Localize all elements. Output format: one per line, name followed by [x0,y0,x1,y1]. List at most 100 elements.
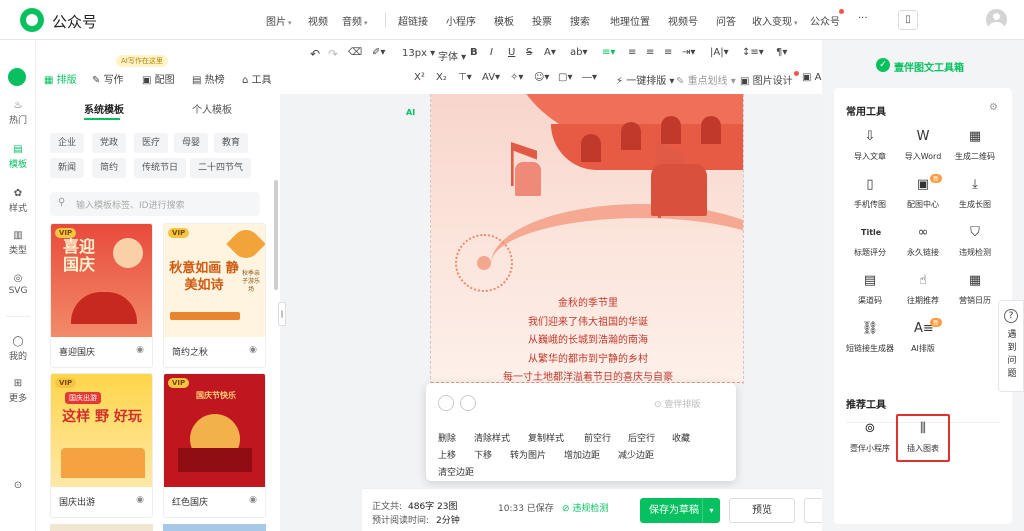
save-draft-button[interactable]: 保存为草稿 ▾ [640,498,720,523]
strikethrough-icon[interactable]: S [526,47,532,58]
tool-violation-check[interactable]: ⛉ 违规检测 [948,224,1002,258]
menu-add-margin[interactable]: 增加边距 [564,448,600,461]
tool-past-recommend[interactable]: ☝ 往期推荐 [896,272,950,306]
template-search[interactable]: ⚲ 输入模板标签、ID进行搜索 [50,192,260,216]
justify-icon[interactable]: ≡ [664,47,672,58]
tool-qrcode[interactable]: ▦ 生成二维码 [948,128,1002,162]
tag-party[interactable]: 党政 [92,133,127,153]
nav-qa[interactable]: 问答 [716,13,736,28]
frame-icon[interactable]: ▢▾ [558,72,572,83]
tab-tools[interactable]: ⌂ 工具 [242,71,272,86]
nav-location[interactable]: 地理位置 [610,13,650,28]
focus-underline-button[interactable]: ✎ 重点划线 ▾ [676,72,736,87]
subtab-system[interactable]: 系统模板 [84,101,124,116]
violation-check-link[interactable]: ⊘ 违规检测 [562,501,608,514]
highlight-icon[interactable]: ab▾ [570,47,588,58]
menu-move-down[interactable]: 下移 [474,448,492,461]
rail-item-hot[interactable]: ♨ 热门 [0,100,36,126]
eye-icon[interactable]: ◉ [136,495,144,505]
search-input[interactable]: 输入模板标签、ID进行搜索 [76,198,185,211]
template-card[interactable]: VIP 秋意如画 静美如诗 秋季亲子游乐场 简约之秋 ◉ [163,223,266,368]
one-key-layout-button[interactable]: ⚡ 一键排版 ▾ [616,72,674,87]
eye-icon[interactable]: ◉ [249,345,257,355]
align-right-icon[interactable]: ≡ [646,47,654,58]
tag-news[interactable]: 新闻 [50,158,85,178]
tool-image-center[interactable]: ▣ 配图中心新 [896,174,950,210]
tool-short-link[interactable]: ⛓ 短链接生成器 [843,320,897,354]
indent-icon[interactable]: ⇥▾ [682,47,695,58]
image-design-button[interactable]: ▣ 图片设计 [740,72,793,87]
line-height-icon[interactable]: ↕≡▾ [742,47,764,58]
tool-channel-code[interactable]: ▤ 渠道码 [843,272,897,306]
rail-item-type[interactable]: ▥ 类型 [0,230,36,256]
avatar[interactable] [986,9,1007,30]
panel-resize-handle[interactable]: ‖ [278,302,286,326]
eraser-icon[interactable]: ⌫ [348,47,362,58]
paragraph-icon[interactable]: ¶▾ [776,47,787,58]
template-card[interactable]: VIP 国庆节快乐 红色国庆 ◉ [163,373,266,518]
menu-reduce-margin[interactable]: 减少边距 [618,448,654,461]
emoji-icon[interactable]: ☺▾ [534,72,549,83]
tool-import-word[interactable]: W 导入Word [896,128,950,162]
gear-icon[interactable]: ⚙ [989,102,998,113]
preview-button[interactable]: 预览 [729,498,795,523]
subscript-icon[interactable]: X₂ [436,72,447,83]
rail-item-more[interactable]: ⊞ 更多 [0,378,36,404]
tag-festival[interactable]: 传统节日 [134,158,187,178]
magic-icon[interactable]: ✧▾ [510,72,523,83]
tag-enterprise[interactable]: 企业 [50,133,85,153]
nav-audio[interactable]: 音频 [342,13,368,28]
menu-copy-style[interactable]: 复制样式 [528,431,564,444]
align-center-icon[interactable]: ≡ [628,47,636,58]
char-spacing-icon[interactable]: AV▾ [482,72,500,83]
bold-icon[interactable]: B [470,47,478,58]
eye-icon[interactable]: ◉ [136,345,144,355]
tool-phone-upload[interactable]: ▯ 手机传图 [843,176,897,210]
nav-video[interactable]: 视频 [308,13,328,28]
eye-icon[interactable]: ◉ [249,495,257,505]
font-family-select[interactable]: 字体 ▾ [438,48,466,63]
circle-icon[interactable] [460,395,476,411]
font-size-select[interactable]: 13px ▾ [402,48,435,59]
format-painter-icon[interactable]: ✐▾ [372,47,385,58]
menu-move-up[interactable]: 上移 [438,448,456,461]
template-card[interactable]: VIP 国庆出游 这样 野 好玩 国庆出游 ◉ [50,373,153,518]
menu-clear-margin[interactable]: 清空边距 [438,465,474,478]
nav-search[interactable]: 搜索 [570,13,590,28]
nav-monetize[interactable]: 收入变现 [752,13,798,28]
tag-simple[interactable]: 简约 [92,158,127,178]
menu-favorite[interactable]: 收藏 [672,431,690,444]
align-left-icon[interactable]: ≡▾ [602,47,615,58]
nav-vote[interactable]: 投票 [532,13,552,28]
underline-icon[interactable]: U [508,47,515,58]
tag-education[interactable]: 教育 [214,133,249,153]
tab-layout[interactable]: ▦ 排版 [44,71,77,86]
tool-long-image[interactable]: ⤓ 生成长图 [948,176,1002,210]
font-color-icon[interactable]: A▾ [544,47,556,58]
tool-ai-layout[interactable]: A≡ AI排版新 [896,318,950,354]
panel-scrollbar[interactable] [274,180,278,290]
nav-hyperlink[interactable]: 超链接 [398,13,428,28]
nav-miniprogram[interactable]: 小程序 [446,13,476,28]
nav-image[interactable]: 图片 [266,13,292,28]
document-area[interactable]: 金秋的季节里 我们迎来了伟大祖国的华诞 从巍峨的长城到浩瀚的南海 从繁华的都市到… [430,94,744,384]
tag-solar-term[interactable]: 二十四节气 [190,158,252,178]
tool-yiban-miniprogram[interactable]: ⊚ 壹伴小程序 [843,420,897,454]
tag-baby[interactable]: 母婴 [174,133,209,153]
undo-icon[interactable]: ↶ [310,47,320,61]
nav-channels[interactable]: 视频号 [668,13,698,28]
superscript-icon[interactable]: X² [414,72,425,83]
menu-clear-style[interactable]: 清除样式 [474,431,510,444]
more-actions-button[interactable] [804,498,822,523]
mobile-preview-icon[interactable]: ▯ [898,10,918,30]
tab-hot[interactable]: ▤ 热榜 [192,71,225,86]
template-card[interactable]: VIP 喜迎国庆 喜迎国庆 ◉ [50,223,153,368]
help-widget[interactable]: ? 遇到问题 [998,300,1024,392]
rail-item-style[interactable]: ✿ 样式 [0,188,36,214]
tag-medical[interactable]: 医疗 [134,133,169,153]
tool-title-score[interactable]: Title 标题评分 [843,224,897,258]
tab-writing[interactable]: ✎ 写作 [92,71,124,86]
case-icon[interactable]: ⊤▾ [458,72,472,83]
help-icon[interactable]: ⊙ [0,480,36,493]
nav-more[interactable]: ··· [858,13,868,24]
